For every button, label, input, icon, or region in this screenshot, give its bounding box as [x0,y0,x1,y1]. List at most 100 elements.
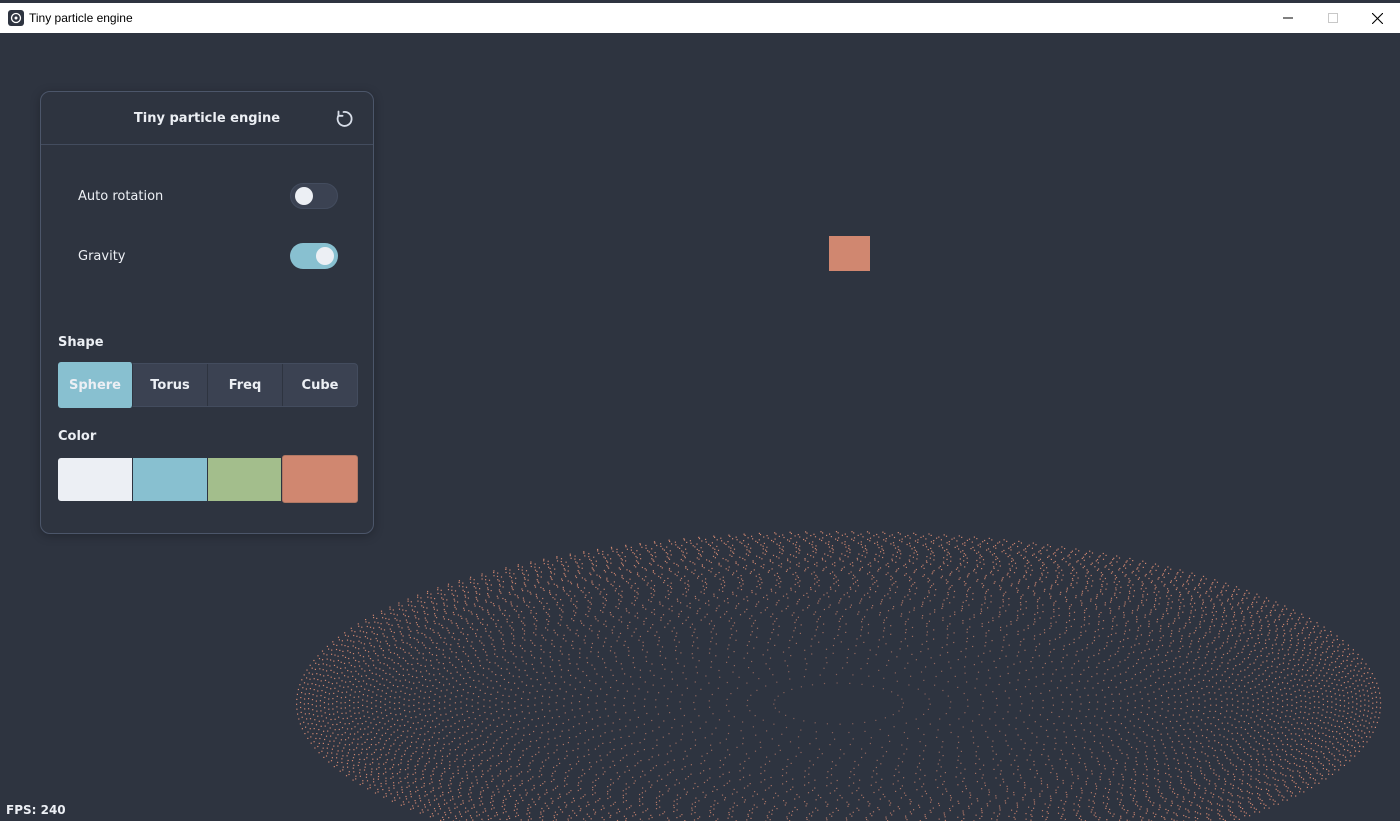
particle [923,679,925,681]
particle-viewport[interactable]: Tiny particle engine Auto rotation Gravi… [0,33,1400,821]
particle [444,771,446,773]
particle [619,585,621,587]
particle [826,723,828,725]
particle [1248,723,1250,725]
particle [670,591,672,593]
particle [489,724,491,726]
particle [686,791,688,793]
particle [1160,795,1162,797]
particle [1008,644,1010,646]
particle [732,591,734,593]
particle [1156,721,1158,723]
particle [1153,802,1155,804]
particle [1145,783,1148,785]
particle [620,600,622,602]
particle [1142,782,1144,784]
particle [742,743,744,745]
particle [533,801,535,803]
particle [602,658,604,660]
particle [1235,643,1237,645]
particle [959,562,961,565]
particle [1051,711,1053,713]
particle [625,793,627,795]
close-button[interactable] [1355,3,1400,33]
particle [621,574,623,577]
particle [1049,627,1051,629]
particle [513,635,515,637]
particle [1112,744,1114,746]
particle [1134,780,1136,782]
particle [428,761,430,763]
particle [1181,743,1183,745]
particle [1250,746,1252,748]
particle [1110,634,1112,636]
minimize-button[interactable] [1265,3,1310,33]
particle [858,799,860,801]
particle [748,641,750,643]
particle [903,792,906,794]
particle [617,607,619,609]
particle [1058,716,1060,718]
particle [1195,735,1198,737]
particle [417,738,419,740]
particle [1062,701,1064,703]
particle [1271,647,1273,650]
particle [1191,802,1193,804]
particle [915,659,917,661]
particle [490,680,492,682]
particle [946,644,948,646]
particle [511,627,513,629]
particle [1112,667,1114,669]
particle [1284,654,1286,656]
particle [666,753,668,755]
particle [385,740,387,742]
particle [1055,669,1057,671]
particle [411,675,414,678]
particle [1075,595,1077,597]
particle [1063,809,1065,811]
particle [576,600,578,603]
particle [477,708,479,710]
particle [566,804,568,806]
maximize-button[interactable] [1310,3,1355,33]
particle [910,675,912,677]
particle [718,605,720,607]
particle [524,624,526,626]
particle [460,707,462,709]
particle [467,692,469,694]
particle [579,732,581,734]
particle [481,752,483,754]
particle [613,748,615,751]
particle [664,764,666,766]
particle [428,696,430,698]
particle [422,743,424,745]
particle [1228,686,1230,688]
particle [1076,717,1078,719]
particle [878,789,880,791]
particle [794,798,796,800]
particle [1112,625,1114,627]
particle [1237,652,1239,654]
particle [1168,667,1170,669]
particle [659,601,661,603]
particle [922,615,924,617]
particle [1085,587,1087,589]
particle [1280,726,1282,728]
particle [1309,708,1311,710]
particle [1171,802,1173,804]
particle [728,710,730,712]
particle [962,601,964,603]
particle [782,768,784,770]
particle [548,703,550,705]
particle [735,639,737,641]
particle [843,753,845,755]
particle [408,652,410,654]
particle [962,620,964,622]
title-bar[interactable]: Tiny particle engine [0,0,1400,33]
particle [787,758,789,761]
particle [883,622,885,624]
particle [999,589,1001,591]
particle [625,817,627,820]
particle [710,806,712,808]
particle [1283,658,1285,660]
